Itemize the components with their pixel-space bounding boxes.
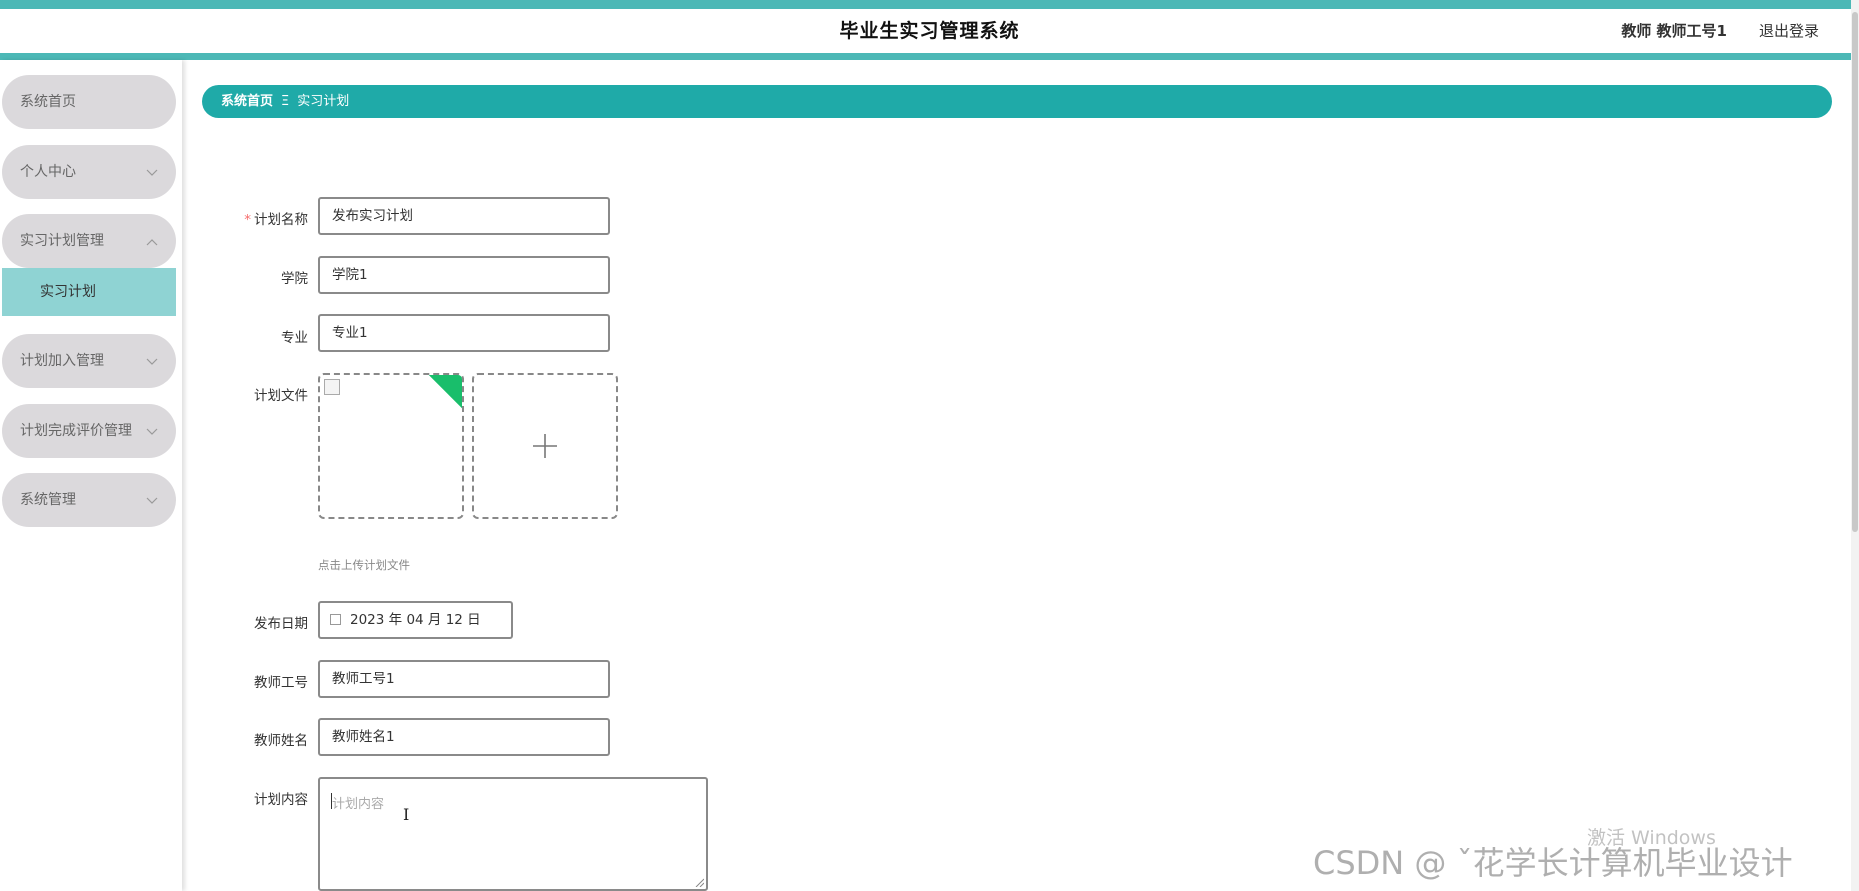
sidebar-item-plan-management[interactable]: 实习计划管理 (2, 214, 176, 268)
chevron-down-icon (146, 334, 158, 388)
major-label: 专业 (281, 330, 308, 346)
current-user: 教师 教师工号1 (1621, 22, 1727, 40)
uploaded-file-thumbnail[interactable] (318, 373, 464, 519)
publish-date-value: 2023 年 04 月 12 日 (350, 612, 481, 628)
required-mark: * (244, 212, 251, 228)
college-label: 学院 (281, 271, 308, 287)
breadcrumb-home[interactable]: 系统首页 (221, 94, 273, 109)
sidebar-item-system-management[interactable]: 系统管理 (2, 473, 176, 527)
sidebar-item-label: 计划完成评价管理 (20, 423, 132, 439)
plus-icon (533, 434, 557, 458)
sidebar-item-label: 实习计划管理 (20, 233, 104, 249)
resize-handle-icon[interactable] (694, 877, 704, 887)
publish-date-label: 发布日期 (254, 616, 308, 632)
breadcrumb: 系统首页 Ξ 实习计划 (202, 85, 1832, 118)
breadcrumb-separator-icon: Ξ (281, 94, 290, 109)
text-caret (331, 793, 332, 809)
major-input[interactable]: 专业1 (318, 314, 610, 352)
plan-content-label: 计划内容 (254, 792, 308, 808)
app-title: 毕业生实习管理系统 (839, 20, 1020, 42)
text-cursor-icon: I (403, 805, 410, 824)
breadcrumb-current: 实习计划 (297, 94, 350, 109)
logout-link[interactable]: 退出登录 (1759, 9, 1819, 53)
teacher-id-label: 教师工号 (254, 675, 308, 691)
teacher-name-label: 教师姓名 (254, 733, 308, 749)
header-top-accent (0, 0, 1859, 9)
sidebar-item-plan-join-management[interactable]: 计划加入管理 (2, 334, 176, 388)
publish-date-input[interactable]: 2023 年 04 月 12 日 (318, 601, 513, 639)
chevron-down-icon (146, 404, 158, 458)
sidebar-item-home[interactable]: 系统首页 (2, 75, 176, 129)
chevron-up-icon (146, 214, 158, 268)
sidebar-item-label: 系统首页 (20, 94, 76, 110)
plan-content-placeholder: 计划内容 (332, 797, 385, 812)
sidebar-item-label: 计划加入管理 (20, 353, 104, 369)
csdn-watermark: CSDN @ ˇ花学长计算机毕业设计 (1313, 844, 1793, 882)
calendar-icon (330, 614, 341, 625)
plan-name-label: * 计划名称 (244, 212, 308, 228)
scrollbar-thumb[interactable] (1852, 12, 1858, 532)
sidebar-item-personal-center[interactable]: 个人中心 (2, 145, 176, 199)
teacher-name-input[interactable]: 教师姓名1 (318, 718, 610, 756)
sidebar-item-plan-evaluation-management[interactable]: 计划完成评价管理 (2, 404, 176, 458)
plan-file-label: 计划文件 (254, 388, 308, 404)
file-upload-button[interactable] (472, 373, 618, 519)
sidebar-item-label: 个人中心 (20, 164, 76, 180)
chevron-down-icon (146, 473, 158, 527)
upload-success-corner-icon (426, 375, 462, 409)
page-scrollbar[interactable] (1851, 0, 1859, 891)
college-input[interactable]: 学院1 (318, 256, 610, 294)
sidebar-subitem-internship-plan[interactable]: 实习计划 (2, 268, 176, 316)
teacher-id-input[interactable]: 教师工号1 (318, 660, 610, 698)
chevron-down-icon (146, 145, 158, 199)
broken-image-icon (324, 379, 340, 395)
sidebar-item-label: 系统管理 (20, 492, 76, 508)
header-bottom-accent (0, 53, 1859, 60)
upload-hint: 点击上传计划文件 (318, 558, 410, 572)
plan-content-textarea[interactable]: 计划内容 (318, 777, 708, 891)
plan-name-input[interactable]: 发布实习计划 (318, 197, 610, 235)
